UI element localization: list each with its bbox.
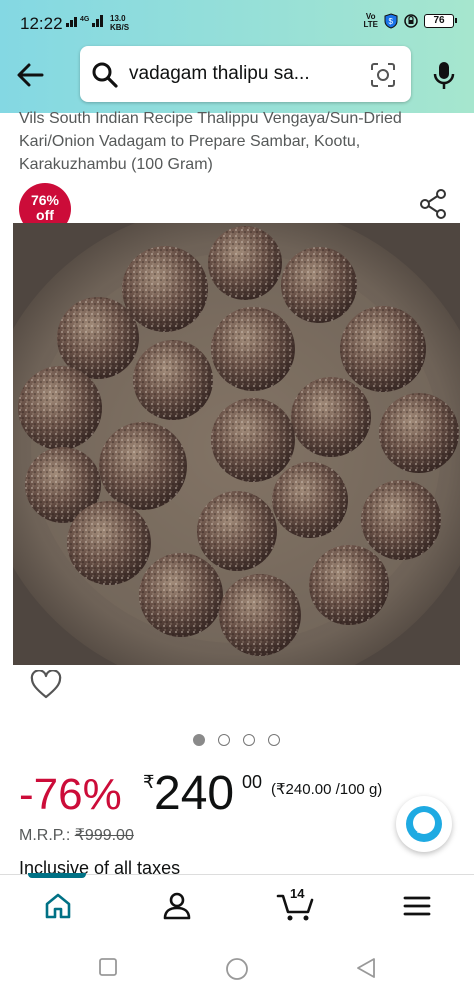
- price-block: -76% ₹ 240 00 (₹240.00 /100 g): [19, 760, 459, 820]
- home-circle-icon[interactable]: [225, 957, 249, 981]
- status-bar: 12:22 4G 13.0 KB/S Vo LTE $ 76: [0, 0, 474, 44]
- active-tab-indicator: [28, 873, 86, 878]
- unit-price: (₹240.00 /100 g): [271, 781, 383, 798]
- product-title[interactable]: Vils South Indian Recipe Thalippu Vengay…: [19, 107, 459, 177]
- network-type: 4G: [80, 16, 90, 23]
- product-photo-vadagam-balls: [13, 223, 460, 665]
- product-image[interactable]: [13, 223, 460, 665]
- price-fraction: 00: [242, 772, 263, 792]
- discount-badge-off: off: [36, 207, 54, 223]
- mrp-label: M.R.P.:: [19, 827, 71, 844]
- search-bar[interactable]: vadagam thalipu sa...: [80, 46, 411, 102]
- back-triangle-icon[interactable]: [355, 957, 377, 979]
- back-arrow-icon[interactable]: [14, 60, 46, 90]
- bottom-navigation: 14: [0, 873, 474, 940]
- wishlist-heart-icon[interactable]: [30, 670, 62, 700]
- account-icon[interactable]: [162, 892, 192, 920]
- price-whole: 240: [154, 767, 235, 820]
- alexa-icon[interactable]: [396, 796, 452, 852]
- status-time: 12:22: [20, 14, 63, 33]
- network-speed: 13.0 KB/S: [110, 14, 129, 32]
- menu-icon[interactable]: [403, 892, 431, 920]
- system-navigation-bar: [0, 940, 474, 1000]
- svg-text:$: $: [389, 17, 394, 26]
- price-currency: ₹: [143, 772, 155, 792]
- camera-lens-icon[interactable]: [370, 62, 396, 88]
- app-header: 12:22 4G 13.0 KB/S Vo LTE $ 76 vadagam t…: [0, 0, 474, 113]
- battery-indicator: 76: [424, 14, 457, 28]
- signal-icon: 4G: [66, 15, 103, 27]
- volte-indicator: Vo LTE: [363, 13, 378, 29]
- mrp-value: ₹999.00: [74, 827, 134, 844]
- search-icon[interactable]: [92, 62, 118, 88]
- carousel-dot-3[interactable]: [243, 734, 255, 746]
- cart-count: 14: [290, 886, 305, 901]
- carousel-dot-4[interactable]: [268, 734, 280, 746]
- cart-button[interactable]: 14: [276, 886, 316, 927]
- status-right: Vo LTE $ 76: [363, 13, 457, 29]
- discount-percentage: -76%: [19, 770, 122, 819]
- recent-apps-icon[interactable]: [98, 957, 118, 977]
- mrp: M.R.P.: ₹999.00: [19, 825, 134, 845]
- speed-unit: KB/S: [110, 23, 130, 32]
- image-carousel-dots[interactable]: [193, 734, 280, 746]
- vpn-icon: [404, 14, 418, 28]
- microphone-icon[interactable]: [432, 60, 456, 92]
- share-icon[interactable]: [418, 188, 448, 220]
- home-icon[interactable]: [44, 892, 72, 920]
- carousel-dot-1[interactable]: [193, 734, 205, 746]
- shield-icon: $: [384, 13, 398, 29]
- search-input[interactable]: vadagam thalipu sa...: [129, 63, 310, 85]
- alexa-button[interactable]: [396, 796, 452, 852]
- discount-badge-percent: 76%: [30, 192, 60, 208]
- carousel-dot-2[interactable]: [218, 734, 230, 746]
- volte-bottom: LTE: [363, 20, 378, 29]
- speed-value: 13.0: [110, 14, 126, 23]
